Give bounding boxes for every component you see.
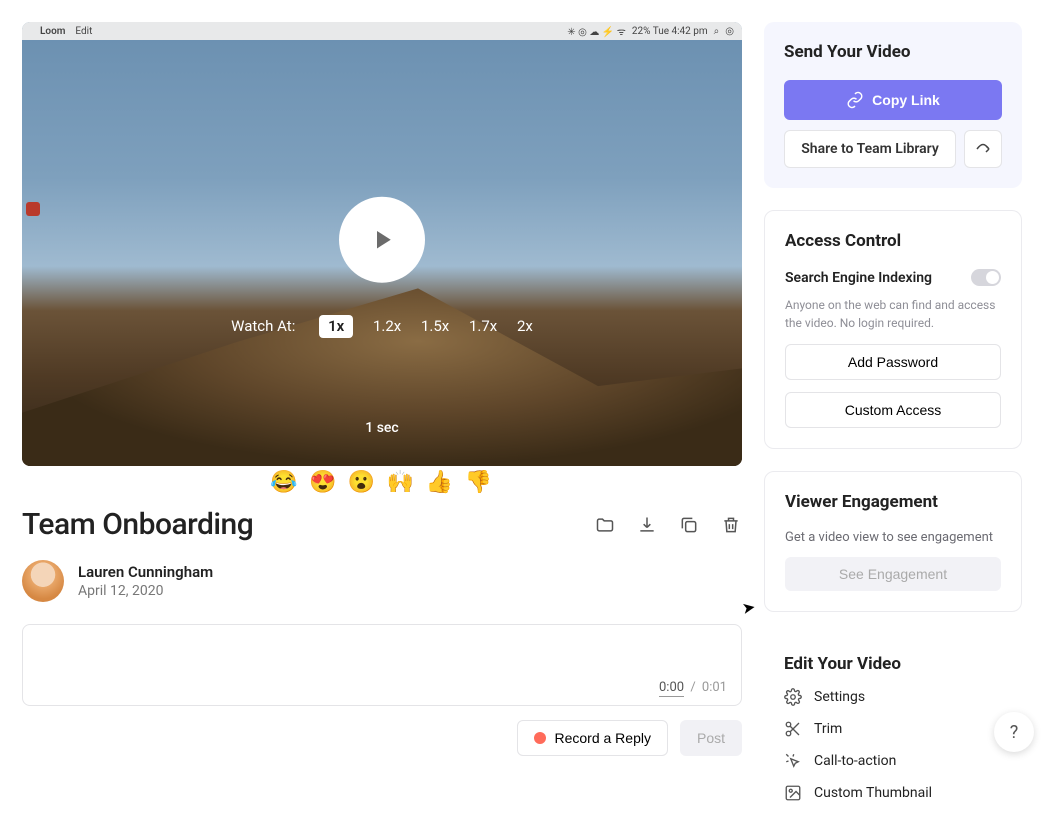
watch-at-label: Watch At: (231, 317, 295, 335)
reaction-thumbs-down[interactable]: 👎 (464, 470, 493, 495)
gear-icon (784, 688, 802, 706)
speed-option-1-5x[interactable]: 1.5x (421, 317, 449, 335)
speed-option-1-7x[interactable]: 1.7x (469, 317, 497, 335)
speed-option-1-2x[interactable]: 1.2x (373, 317, 401, 335)
play-button[interactable] (339, 197, 425, 283)
copy-link-button[interactable]: Copy Link (784, 80, 1002, 120)
video-duration-label: 1 sec (22, 420, 742, 436)
access-control-title: Access Control (785, 231, 1001, 251)
search-indexing-label: Search Engine Indexing (785, 270, 932, 286)
question-mark-icon: ? (1010, 722, 1019, 743)
edit-trim-item[interactable]: Trim (784, 720, 1002, 738)
download-icon[interactable] (636, 514, 658, 536)
menubar-item: Edit (75, 26, 92, 37)
custom-access-button[interactable]: Custom Access (785, 392, 1001, 428)
viewer-engagement-card: Viewer Engagement Get a video view to se… (764, 471, 1022, 612)
link-icon (846, 91, 864, 109)
help-button[interactable]: ? (994, 712, 1034, 752)
edit-thumbnail-item[interactable]: Custom Thumbnail (784, 784, 1002, 802)
reaction-raised-hands[interactable]: 🙌 (387, 470, 416, 495)
viewer-engagement-title: Viewer Engagement (785, 492, 1001, 512)
mac-menubar: Loom Edit ✳ ◎ ☁ ⚡ ᯤ 22% Tue 4:42 pm ⌕ ◎ (22, 22, 742, 40)
author-name[interactable]: Lauren Cunningham (78, 563, 213, 581)
video-player[interactable]: Loom Edit ✳ ◎ ☁ ⚡ ᯤ 22% Tue 4:42 pm ⌕ ◎ … (22, 22, 742, 466)
menubar-clock: 22% Tue 4:42 pm (632, 26, 708, 37)
duplicate-icon[interactable] (678, 514, 700, 536)
access-control-card: Access Control Search Engine Indexing An… (764, 210, 1022, 449)
image-icon (784, 784, 802, 802)
edit-video-card: Edit Your Video Settings Trim Call-to-ac… (764, 634, 1022, 802)
trash-icon[interactable] (720, 514, 742, 536)
video-title[interactable]: Team Onboarding (22, 507, 253, 542)
folder-icon[interactable] (594, 514, 616, 536)
access-helper-text: Anyone on the web can find and access th… (785, 296, 1001, 332)
share-more-button[interactable] (964, 130, 1002, 168)
reaction-thumbs-up[interactable]: 👍 (426, 470, 455, 495)
reaction-joy[interactable]: 😂 (270, 470, 299, 495)
recording-indicator-icon (26, 202, 40, 216)
edit-cta-item[interactable]: Call-to-action (784, 752, 1002, 770)
share-arrow-icon (974, 140, 992, 158)
status-icons: ✳ ◎ ☁ ⚡ ᯤ (567, 24, 626, 38)
search-icon: ⌕ (714, 26, 720, 37)
post-button: Post (680, 720, 742, 756)
record-reply-button[interactable]: Record a Reply (517, 720, 668, 756)
scissors-icon (784, 720, 802, 738)
video-date: April 12, 2020 (78, 583, 213, 599)
edit-video-title: Edit Your Video (784, 654, 1002, 674)
send-video-card: Send Your Video Copy Link Share to Team … (764, 22, 1022, 188)
search-indexing-toggle[interactable] (971, 269, 1001, 286)
reaction-wow[interactable]: 😮 (348, 470, 377, 495)
share-team-library-button[interactable]: Share to Team Library (784, 130, 956, 168)
play-icon (367, 225, 397, 255)
comment-input[interactable]: 0:00 / 0:01 (22, 624, 742, 706)
send-video-title: Send Your Video (784, 42, 1002, 62)
edit-settings-item[interactable]: Settings (784, 688, 1002, 706)
comment-timestamp: 0:00 / 0:01 (659, 680, 727, 695)
record-dot-icon (534, 732, 546, 744)
cursor-click-icon (784, 752, 802, 770)
reaction-heart-eyes[interactable]: 😍 (309, 470, 338, 495)
reaction-bar: 😂 😍 😮 🙌 👍 👎 (22, 466, 742, 505)
speed-option-2x[interactable]: 2x (517, 317, 533, 335)
menubar-app: Loom (40, 26, 65, 37)
add-password-button[interactable]: Add Password (785, 344, 1001, 380)
siri-icon: ◎ (725, 26, 734, 37)
see-engagement-button: See Engagement (785, 557, 1001, 591)
engagement-helper-text: Get a video view to see engagement (785, 530, 1001, 545)
author-avatar[interactable] (22, 560, 64, 602)
speed-option-1x[interactable]: 1x (319, 315, 353, 338)
